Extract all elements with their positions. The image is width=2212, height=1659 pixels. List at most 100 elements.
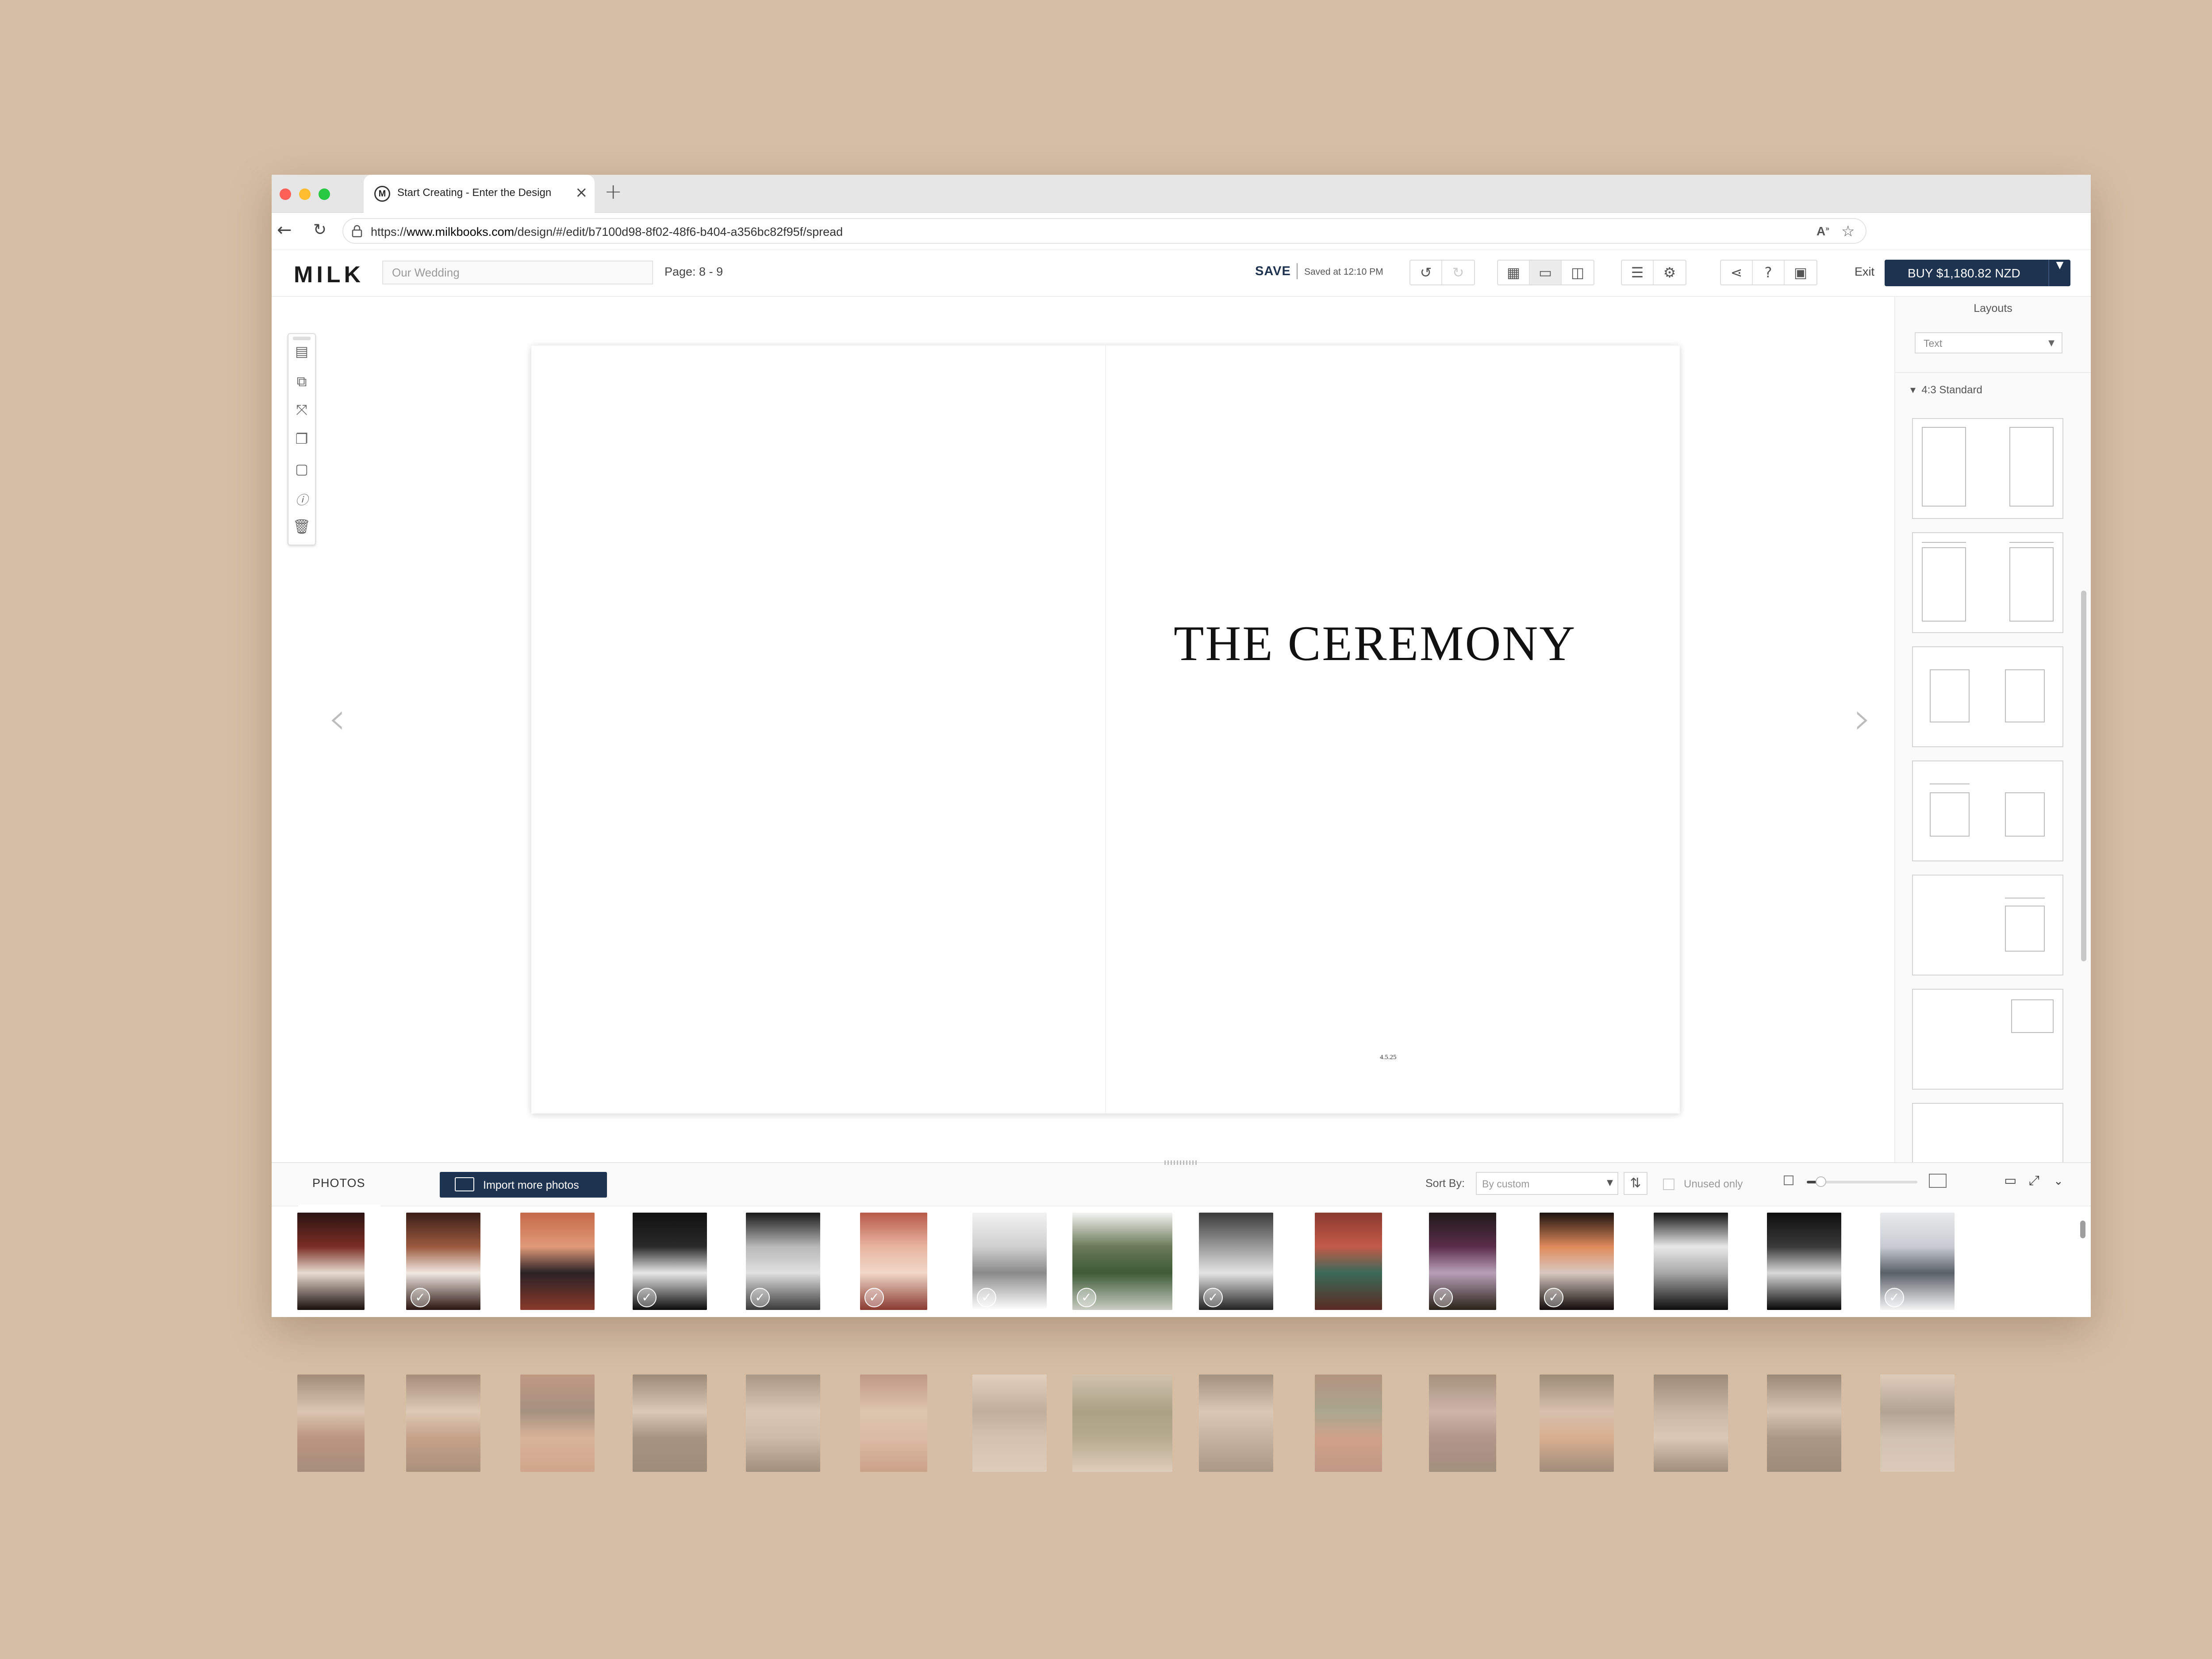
reload-icon[interactable]: ↻ xyxy=(313,221,326,239)
zoom-large-icon[interactable] xyxy=(1929,1174,1947,1188)
info-icon[interactable]: ⓘ xyxy=(288,490,315,512)
layout-thumbnail[interactable] xyxy=(1912,646,2063,747)
page-heading[interactable]: THE CEREMONY xyxy=(1174,615,1576,672)
sort-select[interactable]: By custom ▼ xyxy=(1476,1172,1618,1195)
auto-layout-icon[interactable]: ⤧ xyxy=(288,401,315,423)
book-title-input[interactable]: Our Wedding xyxy=(382,261,653,284)
sort-direction-icon[interactable]: ⇅ xyxy=(1624,1172,1647,1195)
minimize-window-icon[interactable] xyxy=(299,188,311,200)
layout-thumbnail[interactable] xyxy=(1912,418,2063,519)
spread-view-icon[interactable]: ◫ xyxy=(1562,261,1594,284)
buy-label: BUY $1,180.82 NZD xyxy=(1908,266,2020,280)
layout-thumbnail[interactable] xyxy=(1912,989,2063,1090)
tab-photos[interactable]: PHOTOS xyxy=(312,1176,365,1190)
layouts-title: Layouts xyxy=(1974,302,2012,315)
chat-icon[interactable]: ▣ xyxy=(1785,261,1816,284)
thumbnail-size-slider[interactable] xyxy=(1807,1176,1917,1187)
back-arrow-icon[interactable]: ← xyxy=(277,220,292,240)
photos-scrollbar[interactable] xyxy=(2080,1221,2085,1238)
checklist-icon[interactable]: ☰ xyxy=(1622,261,1654,284)
close-tab-icon[interactable]: × xyxy=(575,184,588,201)
layout-filter-select[interactable]: Text ▼ xyxy=(1915,332,2062,353)
layout-section-toggle[interactable]: ▾ 4:3 Standard xyxy=(1910,384,1982,396)
app-header: MILK Our Wedding Page: 8 - 9 SAVE Saved … xyxy=(272,250,2091,297)
layout-thumbnail[interactable] xyxy=(1912,760,2063,861)
close-window-icon[interactable] xyxy=(280,188,291,200)
resize-handle[interactable] xyxy=(1164,1160,1198,1165)
photo-thumbnail[interactable]: ✓ xyxy=(1072,1213,1172,1310)
photo-thumbnail[interactable]: ✓ xyxy=(972,1213,1047,1310)
copy-page-icon[interactable]: ❐ xyxy=(288,430,315,453)
favorite-star-icon[interactable]: ☆ xyxy=(1841,223,1855,240)
monitor-icon[interactable]: ▭ xyxy=(2004,1173,2016,1188)
slider-knob[interactable] xyxy=(1816,1176,1826,1187)
import-label: Import more photos xyxy=(483,1179,579,1191)
browser-tab[interactable]: M Start Creating - Enter the Design × xyxy=(364,175,595,213)
layout-text-box xyxy=(1930,792,1970,837)
check-icon: ✓ xyxy=(1885,1288,1904,1307)
browser-tab-bar: M Start Creating - Enter the Design × + xyxy=(272,175,2091,213)
trash-icon[interactable]: 🗑 xyxy=(288,518,315,540)
read-aloud-icon[interactable]: A» xyxy=(1816,224,1829,238)
exit-button[interactable]: Exit xyxy=(1855,265,1874,279)
photo-thumbnail[interactable] xyxy=(1654,1213,1728,1310)
photo-reflection xyxy=(1767,1375,1841,1472)
photo-thumbnail[interactable] xyxy=(1767,1213,1841,1310)
photo-thumbnail[interactable]: ✓ xyxy=(633,1213,707,1310)
new-tab-icon[interactable]: + xyxy=(604,179,622,204)
url-field[interactable]: https://www.milkbooks.com/design/#/edit/… xyxy=(342,218,1866,244)
chevron-down-icon[interactable]: ▼ xyxy=(2048,260,2070,286)
photo-thumbnail[interactable] xyxy=(520,1213,595,1310)
settings-gear-icon[interactable]: ⚙ xyxy=(1654,261,1686,284)
zoom-small-icon[interactable] xyxy=(1784,1175,1793,1185)
unused-only-label: Unused only xyxy=(1684,1178,1743,1190)
redo-icon[interactable]: ↻ xyxy=(1442,261,1474,284)
text-box-icon[interactable]: ▤ xyxy=(288,343,315,365)
spine-divider xyxy=(1105,346,1106,1114)
buy-button[interactable]: BUY $1,180.82 NZD ▼ xyxy=(1885,260,2070,286)
next-page-arrow-icon[interactable]: › xyxy=(1854,692,1871,744)
layout-text-box xyxy=(2009,427,2054,507)
unused-only-checkbox[interactable] xyxy=(1663,1179,1674,1190)
photo-reflection xyxy=(1654,1375,1728,1472)
layout-thumbnail[interactable] xyxy=(1912,532,2063,633)
toolbar-grip[interactable] xyxy=(293,337,311,340)
add-photo-box-icon[interactable]: ⧉ xyxy=(288,373,315,395)
lock-icon xyxy=(352,225,362,238)
chevron-down-icon: ▼ xyxy=(1607,1178,1613,1187)
grid-view-icon[interactable]: ▦ xyxy=(1498,261,1530,284)
import-photos-button[interactable]: Import more photos xyxy=(440,1172,607,1198)
tools-group: ☰ ⚙ xyxy=(1621,260,1686,285)
milk-favicon-icon: M xyxy=(374,186,390,202)
check-icon: ✓ xyxy=(750,1288,770,1307)
book-spread[interactable]: THE CEREMONY 4.5.25 xyxy=(531,346,1680,1114)
page-date[interactable]: 4.5.25 xyxy=(1380,1054,1397,1061)
expand-icon[interactable]: ⤢ xyxy=(2029,1173,2039,1188)
photo-thumbnail[interactable] xyxy=(297,1213,365,1310)
single-page-view-icon[interactable]: ▭ xyxy=(1530,261,1562,284)
save-button[interactable]: SAVE xyxy=(1255,264,1291,279)
layout-text-box xyxy=(2011,999,2054,1033)
layout-section-label: 4:3 Standard xyxy=(1921,384,1982,396)
collapse-chevron-icon[interactable]: ⌄ xyxy=(2054,1175,2063,1188)
photo-thumbnail[interactable]: ✓ xyxy=(406,1213,480,1310)
previous-page-arrow-icon[interactable]: ‹ xyxy=(328,692,346,744)
photo-thumbnail[interactable]: ✓ xyxy=(1880,1213,1955,1310)
photo-thumbnail[interactable]: ✓ xyxy=(1429,1213,1496,1310)
photo-thumbnail[interactable]: ✓ xyxy=(1199,1213,1273,1310)
layout-text-box xyxy=(1922,427,1966,507)
layout-thumbnail[interactable] xyxy=(1912,875,2063,975)
saved-status: Saved at 12:10 PM xyxy=(1304,267,1383,277)
share-icon[interactable]: ⋖ xyxy=(1721,261,1753,284)
help-icon[interactable]: ? xyxy=(1753,261,1785,284)
photo-thumbnail[interactable] xyxy=(1315,1213,1382,1310)
photo-thumbnail[interactable]: ✓ xyxy=(746,1213,820,1310)
photo-reflection xyxy=(860,1375,927,1472)
check-icon: ✓ xyxy=(864,1288,884,1307)
layouts-scrollbar[interactable] xyxy=(2081,591,2086,961)
maximize-window-icon[interactable] xyxy=(319,188,330,200)
photo-thumbnail[interactable]: ✓ xyxy=(860,1213,927,1310)
background-icon[interactable]: ▢ xyxy=(288,461,315,483)
undo-icon[interactable]: ↺ xyxy=(1410,261,1442,284)
photo-thumbnail[interactable]: ✓ xyxy=(1540,1213,1614,1310)
